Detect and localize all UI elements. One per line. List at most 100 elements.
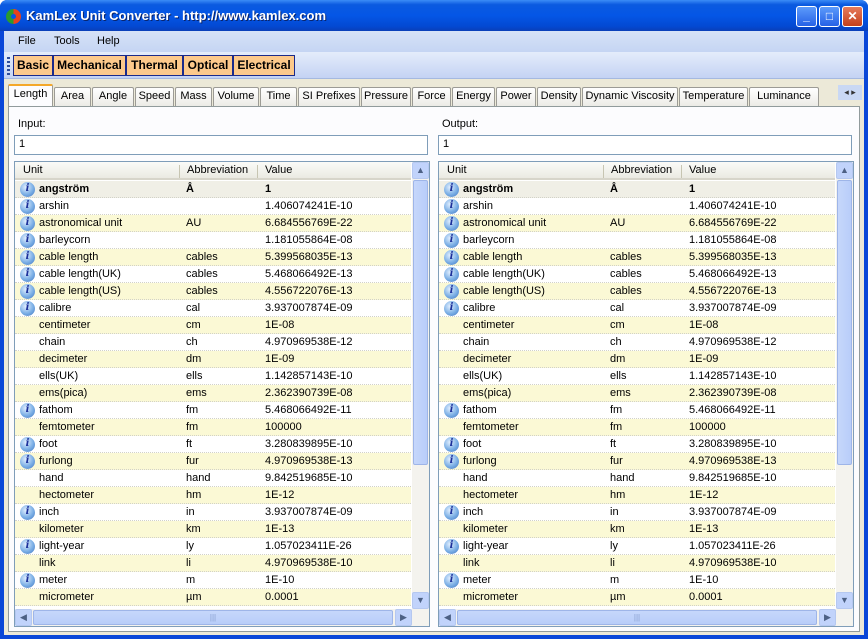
table-row[interactable]: i calibre cal 3.937007874E-09 [15,300,411,317]
scroll-down-button[interactable]: ▼ [836,592,853,609]
output-field[interactable]: 1 [438,135,852,155]
info-icon[interactable]: i [20,284,35,299]
scroll-left-button[interactable]: ◀ [439,609,456,626]
category-electrical-button[interactable]: Electrical [233,55,295,76]
info-icon[interactable]: i [444,267,459,282]
vertical-scroll-thumb[interactable] [413,180,428,465]
info-icon[interactable]: i [20,573,35,588]
column-header-unit[interactable]: Unit [447,164,467,176]
table-row[interactable]: i fathom fm 5.468066492E-11 [439,402,835,419]
horizontal-scroll-thumb[interactable]: ||| [33,610,393,625]
info-icon[interactable]: i [444,403,459,418]
table-row[interactable]: i furlong fur 4.970969538E-13 [15,453,411,470]
table-row[interactable]: chain ch 4.970969538E-12 [439,334,835,351]
info-icon[interactable]: i [20,403,35,418]
minimize-button[interactable]: _ [796,6,817,27]
info-icon[interactable]: i [444,284,459,299]
column-header-abbreviation[interactable]: Abbreviation [611,164,672,176]
table-row[interactable]: i meter m 1E-10 [439,572,835,589]
table-row[interactable]: hand hand 9.842519685E-10 [439,470,835,487]
tab-density[interactable]: Density [537,87,581,106]
table-row[interactable]: ells(UK) ells 1.142857143E-10 [15,368,411,385]
info-icon[interactable]: i [444,250,459,265]
table-row[interactable]: i cable length cables 5.399568035E-13 [15,249,411,266]
table-row[interactable]: i barleycorn 1.181055864E-08 [439,232,835,249]
info-icon[interactable]: i [20,267,35,282]
table-row[interactable]: i light-year ly 1.057023411E-26 [15,538,411,555]
column-header-value[interactable]: Value [265,164,292,176]
tab-temperature[interactable]: Temperature [679,87,748,106]
info-icon[interactable]: i [444,199,459,214]
info-icon[interactable]: i [20,199,35,214]
category-mechanical-button[interactable]: Mechanical [53,55,126,76]
info-icon[interactable]: i [20,301,35,316]
table-row[interactable]: femtometer fm 100000 [439,419,835,436]
maximize-button[interactable]: □ [819,6,840,27]
info-icon[interactable]: i [20,454,35,469]
table-row[interactable]: i astronomical unit AU 6.684556769E-22 [439,215,835,232]
scroll-down-button[interactable]: ▼ [412,592,429,609]
vertical-scroll-thumb[interactable] [837,180,852,465]
info-icon[interactable]: i [444,182,459,197]
table-row[interactable]: centimeter cm 1E-08 [439,317,835,334]
tab-force[interactable]: Force [412,87,451,106]
column-divider[interactable] [179,165,180,178]
table-row[interactable]: link li 4.970969538E-10 [439,555,835,572]
table-row[interactable]: i angström Å 1 [15,181,411,198]
info-icon[interactable]: i [444,233,459,248]
table-row[interactable]: i furlong fur 4.970969538E-13 [439,453,835,470]
tab-angle[interactable]: Angle [92,87,134,106]
column-divider[interactable] [681,165,682,178]
table-row[interactable]: hand hand 9.842519685E-10 [15,470,411,487]
info-icon[interactable]: i [20,216,35,231]
table-row[interactable]: ells(UK) ells 1.142857143E-10 [439,368,835,385]
table-row[interactable]: micrometer µm 0.0001 [15,589,411,606]
tab-length[interactable]: Length [8,84,53,106]
tab-mass[interactable]: Mass [175,87,212,106]
table-row[interactable]: hectometer hm 1E-12 [15,487,411,504]
table-row[interactable]: i cable length cables 5.399568035E-13 [439,249,835,266]
category-optical-button[interactable]: Optical [183,55,233,76]
tab-volume[interactable]: Volume [213,87,259,106]
tab-area[interactable]: Area [54,87,91,106]
horizontal-scrollbar[interactable]: ◀ ||| ▶ [15,609,429,626]
column-divider[interactable] [257,165,258,178]
info-icon[interactable]: i [20,250,35,265]
table-row[interactable]: i barleycorn 1.181055864E-08 [15,232,411,249]
table-row[interactable]: i arshin 1.406074241E-10 [439,198,835,215]
close-button[interactable]: ✕ [842,6,863,27]
info-icon[interactable]: i [20,182,35,197]
info-icon[interactable]: i [444,539,459,554]
table-row[interactable]: i astronomical unit AU 6.684556769E-22 [15,215,411,232]
tab-pressure[interactable]: Pressure [361,87,411,106]
table-row[interactable]: decimeter dm 1E-09 [15,351,411,368]
info-icon[interactable]: i [20,437,35,452]
tab-dynamic-viscosity[interactable]: Dynamic Viscosity [582,87,678,106]
table-row[interactable]: micrometer µm 0.0001 [439,589,835,606]
column-header-abbreviation[interactable]: Abbreviation [187,164,248,176]
table-row[interactable]: femtometer fm 100000 [15,419,411,436]
menu-help[interactable]: Help [97,35,120,47]
column-header-unit[interactable]: Unit [23,164,43,176]
vertical-scrollbar[interactable]: ▲ ▼ [836,162,853,609]
scroll-up-button[interactable]: ▲ [412,162,429,179]
table-row[interactable]: link li 4.970969538E-10 [15,555,411,572]
scroll-up-button[interactable]: ▲ [836,162,853,179]
table-row[interactable]: ems(pica) ems 2.362390739E-08 [439,385,835,402]
table-row[interactable]: i inch in 3.937007874E-09 [439,504,835,521]
info-icon[interactable]: i [444,216,459,231]
table-row[interactable]: i angström Å 1 [439,181,835,198]
info-icon[interactable]: i [20,505,35,520]
table-row[interactable]: i calibre cal 3.937007874E-09 [439,300,835,317]
table-row[interactable]: hectometer hm 1E-12 [439,487,835,504]
tab-speed[interactable]: Speed [135,87,174,106]
info-icon[interactable]: i [444,454,459,469]
tab-scroll-arrows[interactable]: ◂ ▸ [838,85,862,100]
table-row[interactable]: i foot ft 3.280839895E-10 [15,436,411,453]
info-icon[interactable]: i [20,233,35,248]
table-row[interactable]: i cable length(US) cables 4.556722076E-13 [439,283,835,300]
title-bar[interactable]: KamLex Unit Converter - http://www.kamle… [0,0,868,31]
info-icon[interactable]: i [444,301,459,316]
toolbar-grip[interactable] [7,57,10,75]
tab-time[interactable]: Time [260,87,297,106]
